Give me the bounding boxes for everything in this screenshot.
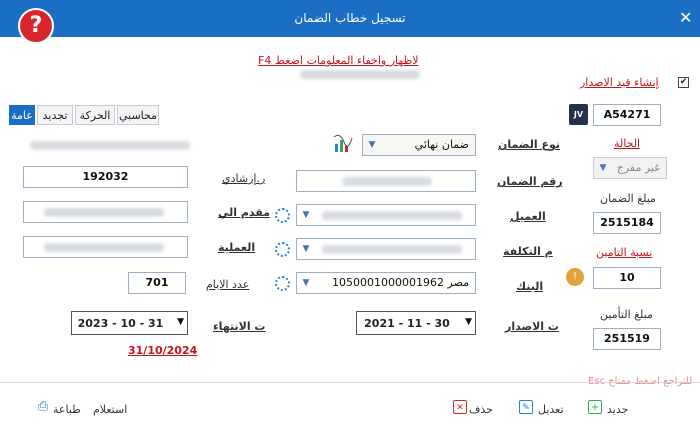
cost-center-label: م التكلفة — [503, 245, 553, 258]
title-bar: تسجيل خطاب الضمان ✕ — [0, 0, 700, 37]
chevron-down-icon: ▼ — [465, 317, 472, 327]
guarantee-no-label: رقم الضمان — [497, 175, 563, 188]
create-entry-label[interactable]: إنشاء قيد الاصدار — [580, 76, 659, 89]
new-icon[interactable]: + — [588, 400, 602, 414]
tab-general[interactable]: عامة — [9, 105, 35, 125]
divider — [0, 382, 700, 383]
info-bubble-icon[interactable]: ! — [566, 268, 584, 286]
end-date-note: 31/10/2024 — [128, 344, 198, 357]
hidden-info — [300, 70, 420, 79]
new-button[interactable]: جديد — [607, 403, 628, 416]
guidance-no-label: ر.إرشادي — [222, 172, 266, 185]
guarantee-type-label: نوع الضمان — [498, 138, 561, 151]
insurance-ratio-label[interactable]: نسبة التامين — [596, 246, 652, 259]
chart-icon[interactable] — [332, 134, 354, 154]
submitted-to-field[interactable] — [23, 201, 188, 223]
chevron-down-icon: ▼ — [368, 140, 376, 150]
end-date-picker[interactable]: 2023 - 10 - 31 ▼ — [71, 311, 188, 335]
guidance-no-field[interactable]: 192032 — [23, 166, 188, 188]
insurance-amount-label: مبلغ التأمين — [600, 308, 653, 321]
tab-movement[interactable]: الحركة — [75, 105, 115, 125]
refresh-icon[interactable] — [275, 208, 290, 223]
delete-button[interactable]: حذف — [469, 403, 493, 416]
guarantee-type-select[interactable]: ▼ ضمان نهائي — [362, 134, 476, 156]
cost-center-select[interactable]: ▼ — [296, 238, 476, 260]
issue-date-label: ت الاصدار — [505, 320, 559, 333]
insurance-ratio-field[interactable]: 10 — [593, 267, 661, 289]
edit-icon[interactable]: ✎ — [519, 400, 533, 414]
end-date-label: ت الانتهاء — [213, 320, 266, 333]
client-select[interactable]: ▼ — [296, 204, 476, 226]
window-title: تسجيل خطاب الضمان — [294, 11, 406, 25]
delete-icon[interactable]: ✕ — [453, 400, 467, 414]
refresh-icon[interactable] — [275, 276, 290, 291]
days-field[interactable]: 701 — [128, 272, 186, 294]
chevron-down-icon: ▼ — [177, 317, 184, 327]
submitted-to-label: مقدم الي — [218, 206, 271, 219]
bank-label: البنك — [516, 280, 544, 293]
chevron-down-icon: ▼ — [302, 210, 310, 220]
client-label: العميل — [510, 210, 546, 223]
status-label[interactable]: الحالة — [614, 137, 640, 150]
operation-label: العملية — [218, 241, 256, 254]
tab-accounting[interactable]: محاسبي — [117, 105, 159, 125]
chevron-down-icon: ▼ — [599, 163, 607, 173]
help-icon[interactable]: ? — [18, 8, 54, 44]
guarantee-amount-label: مبلغ الضمان — [600, 192, 656, 205]
chevron-down-icon: ▼ — [302, 278, 310, 288]
issue-date-picker[interactable]: 2021 - 11 - 30 ▼ — [356, 311, 476, 335]
edit-button[interactable]: تعديل — [538, 403, 564, 416]
hidden-info — [30, 141, 190, 150]
toggle-info-link[interactable]: لاظهار واخفاء المعلومات اضغط F4 — [258, 54, 418, 67]
refresh-icon[interactable] — [275, 242, 290, 257]
tab-renewal[interactable]: تجديد — [37, 105, 73, 125]
status-select[interactable]: ▼ غير مفرج — [593, 157, 667, 179]
printer-icon[interactable]: ⎙ — [36, 400, 50, 414]
operation-field[interactable] — [23, 236, 188, 258]
bank-select[interactable]: ▼ مصر 1050001000001962 — [296, 272, 476, 294]
create-entry-checkbox[interactable]: ✔ — [678, 77, 689, 88]
query-button[interactable]: استعلام — [93, 403, 127, 416]
guarantee-no-field[interactable] — [296, 170, 476, 192]
days-label: عدد الايام — [206, 278, 250, 291]
chevron-down-icon: ▼ — [302, 244, 310, 254]
insurance-amount-field[interactable]: 251519 — [593, 328, 661, 350]
jv-icon[interactable]: JV — [569, 104, 588, 125]
close-icon[interactable]: ✕ — [679, 8, 692, 27]
print-button[interactable]: طباعة — [53, 403, 81, 416]
jv-code-field[interactable]: A54271 — [593, 104, 661, 126]
guarantee-amount-field[interactable]: 2515184 — [593, 212, 661, 234]
